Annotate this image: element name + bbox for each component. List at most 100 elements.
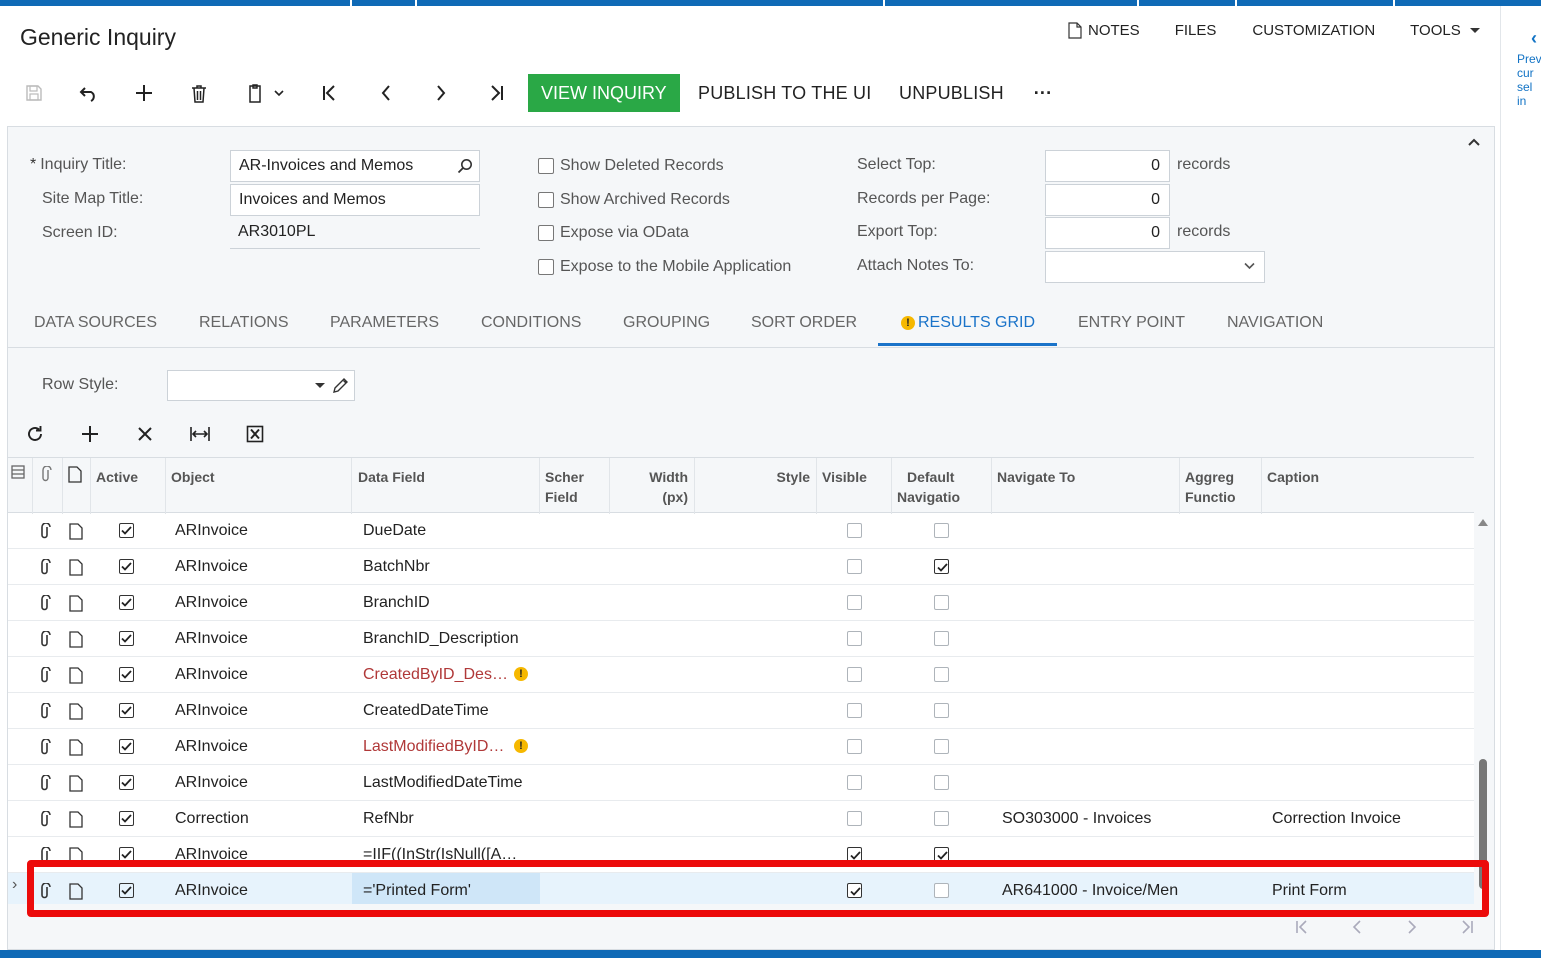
default-navigation-checkbox[interactable] [934, 559, 949, 574]
table-row[interactable]: ARInvoice BranchID_Description [8, 621, 1474, 657]
data-field-cell[interactable]: DueDate [352, 513, 540, 549]
more-actions-button[interactable]: ··· [1030, 73, 1056, 113]
table-row[interactable]: ARInvoice LastModifiedByID…! [8, 729, 1474, 765]
note-icon[interactable] [69, 523, 83, 540]
active-checkbox[interactable] [119, 775, 134, 790]
column-header-navigate-to[interactable]: Navigate To [992, 458, 1180, 514]
caption-cell[interactable] [1272, 693, 1472, 729]
customization-link[interactable]: CUSTOMIZATION [1252, 22, 1375, 39]
column-header-visible[interactable]: Visible [817, 458, 892, 514]
visible-checkbox[interactable] [847, 847, 862, 862]
paperclip-icon[interactable] [39, 667, 51, 684]
object-cell[interactable]: Correction [175, 801, 345, 837]
object-cell[interactable]: ARInvoice [175, 513, 345, 549]
export-excel-button[interactable] [240, 420, 270, 448]
active-checkbox[interactable] [119, 559, 134, 574]
preview-side-panel[interactable]: ‹ Prev cur sel in [1500, 6, 1541, 950]
active-checkbox[interactable] [119, 739, 134, 754]
undo-button[interactable] [73, 73, 105, 113]
column-header-default-navigation[interactable]: Default Navigatio [892, 458, 992, 514]
navigate-to-cell[interactable] [1002, 549, 1180, 585]
pager-previous-button[interactable] [1345, 914, 1369, 940]
caption-cell[interactable]: Print Form [1272, 873, 1472, 904]
expose-odata-checkbox[interactable]: Expose via OData [538, 224, 689, 242]
active-checkbox[interactable] [119, 811, 134, 826]
object-cell[interactable]: ARInvoice [175, 729, 345, 765]
checkbox-box[interactable] [538, 158, 554, 174]
note-icon[interactable] [69, 667, 83, 684]
paperclip-icon[interactable] [39, 811, 51, 828]
unpublish-button[interactable]: UNPUBLISH [899, 73, 1004, 113]
column-header-caption[interactable]: Caption [1262, 458, 1474, 514]
data-field-cell[interactable]: CreatedByID_Des… [352, 657, 540, 693]
tab-entry-point[interactable]: ENTRY POINT [1078, 314, 1185, 332]
tab-data-sources[interactable]: DATA SOURCES [34, 314, 157, 332]
paperclip-icon[interactable] [39, 559, 51, 576]
default-navigation-checkbox[interactable] [934, 523, 949, 538]
table-row[interactable]: Correction RefNbr SO303000 - Invoices Corre… [8, 801, 1474, 837]
notes-header[interactable] [63, 458, 91, 514]
navigate-to-cell[interactable] [1002, 585, 1180, 621]
caption-cell[interactable] [1272, 621, 1472, 657]
navigate-to-cell[interactable]: SO303000 - Invoices [1002, 801, 1180, 837]
column-header-schema-field[interactable]: Scher Field [540, 458, 610, 514]
site-map-title-field[interactable]: Invoices and Memos [230, 184, 480, 216]
default-navigation-checkbox[interactable] [934, 595, 949, 610]
note-icon[interactable] [69, 847, 83, 864]
tab-conditions[interactable]: CONDITIONS [481, 314, 581, 332]
object-cell[interactable]: ARInvoice [175, 765, 345, 801]
files-link[interactable]: FILES [1175, 22, 1217, 39]
warning-icon[interactable]: ! [514, 739, 528, 753]
tab-sort-order[interactable]: SORT ORDER [751, 314, 857, 332]
caption-cell[interactable]: Correction Invoice [1272, 801, 1472, 837]
active-checkbox[interactable] [119, 631, 134, 646]
tab-navigation[interactable]: NAVIGATION [1227, 314, 1323, 332]
paperclip-icon[interactable] [39, 703, 51, 720]
pencil-icon[interactable] [332, 377, 349, 394]
delete-row-button[interactable] [130, 420, 160, 448]
navigate-to-cell[interactable] [1002, 837, 1180, 873]
data-field-cell[interactable]: CreatedDateTime [352, 693, 540, 729]
add-row-button[interactable] [75, 420, 105, 448]
delete-button[interactable] [183, 73, 215, 113]
table-row[interactable]: ARInvoice =IIF((InStr(IsNull([A… [8, 837, 1474, 873]
active-checkbox[interactable] [119, 883, 134, 898]
paperclip-icon[interactable] [39, 775, 51, 792]
show-archived-records-checkbox[interactable]: Show Archived Records [538, 191, 730, 209]
caption-cell[interactable] [1272, 513, 1472, 549]
navigate-to-cell[interactable]: AR641000 - Invoice/Men [1002, 873, 1180, 904]
column-header-active[interactable]: Active [91, 458, 166, 514]
table-row[interactable]: ARInvoice CreatedDateTime [8, 693, 1474, 729]
collapse-chevron-up-icon[interactable] [1467, 137, 1481, 147]
caption-cell[interactable] [1272, 729, 1472, 765]
default-navigation-checkbox[interactable] [934, 775, 949, 790]
view-inquiry-button[interactable]: VIEW INQUIRY [528, 74, 680, 112]
navigate-to-cell[interactable] [1002, 657, 1180, 693]
search-icon[interactable] [457, 158, 473, 174]
data-field-cell[interactable]: RefNbr [352, 801, 540, 837]
data-field-cell[interactable]: BatchNbr [352, 549, 540, 585]
caption-cell[interactable] [1272, 837, 1472, 873]
default-navigation-checkbox[interactable] [934, 667, 949, 682]
visible-checkbox[interactable] [847, 559, 862, 574]
export-top-field[interactable]: 0 [1045, 217, 1170, 249]
table-row[interactable]: ARInvoice CreatedByID_Des…! [8, 657, 1474, 693]
caption-cell[interactable] [1272, 549, 1472, 585]
data-field-cell[interactable]: LastModifiedDateTime [352, 765, 540, 801]
column-header-width[interactable]: Width (px) [610, 458, 695, 514]
paperclip-icon[interactable] [39, 631, 51, 648]
copy-paste-menu[interactable] [240, 73, 290, 113]
data-field-cell[interactable]: BranchID [352, 585, 540, 621]
first-record-button[interactable] [314, 73, 346, 113]
pager-first-button[interactable] [1290, 914, 1314, 940]
expose-mobile-checkbox[interactable]: Expose to the Mobile Application [538, 258, 791, 276]
pager-next-button[interactable] [1400, 914, 1424, 940]
object-cell[interactable]: ARInvoice [175, 585, 345, 621]
caption-cell[interactable] [1272, 765, 1472, 801]
paperclip-icon[interactable] [39, 739, 51, 756]
visible-checkbox[interactable] [847, 667, 862, 682]
paperclip-icon[interactable] [39, 523, 51, 540]
table-row[interactable]: ARInvoice BatchNbr [8, 549, 1474, 585]
column-header-data-field[interactable]: Data Field [352, 458, 540, 514]
object-cell[interactable]: ARInvoice [175, 693, 345, 729]
